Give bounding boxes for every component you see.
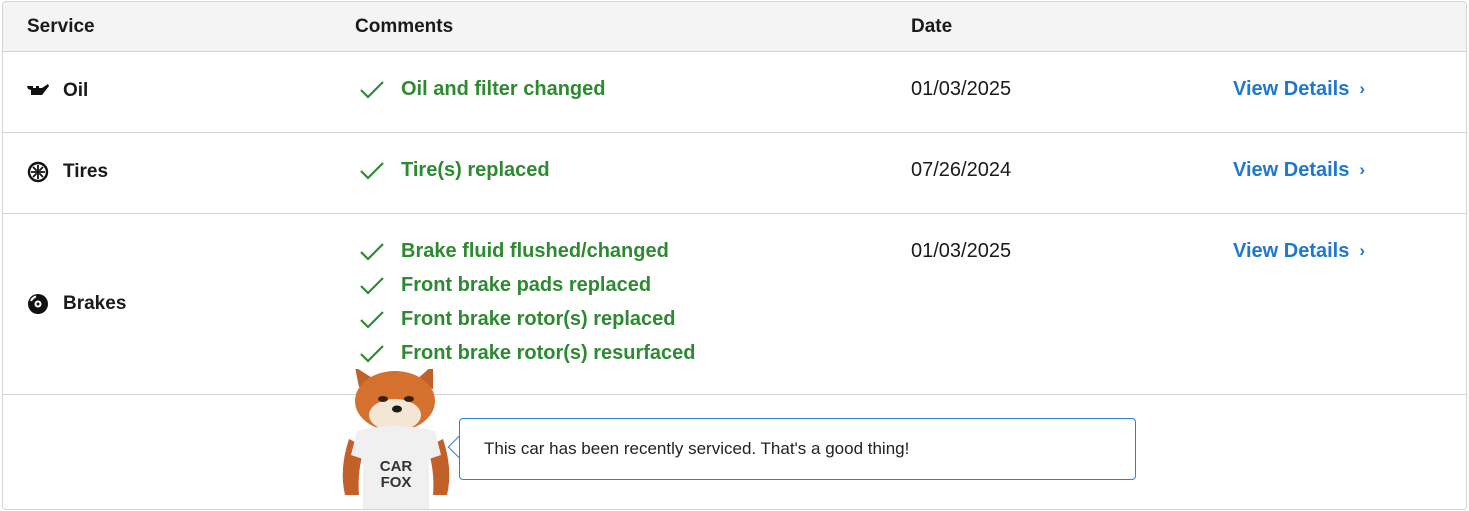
date-cell: 07/26/2024 (911, 159, 1012, 181)
checkmark-icon (360, 243, 384, 261)
service-label: Oil (63, 80, 89, 101)
service-cell: Oil (27, 80, 88, 102)
comments-cell: Oil and filter changed (359, 72, 605, 106)
checkmark-icon (360, 162, 384, 180)
comments-cell: Tire(s) replaced (359, 153, 550, 187)
tire-icon (27, 161, 49, 183)
comment-item: Oil and filter changed (359, 72, 605, 106)
comment-item: Brake fluid flushed/changed (359, 234, 696, 268)
chevron-right-icon: › (1359, 160, 1366, 179)
comment-text: Front brake pads replaced (401, 273, 652, 296)
header-service: Service (27, 16, 95, 37)
table-row-tires: Tires Tire(s) replaced 07/26/2024 View D… (3, 133, 1466, 214)
header-date: Date (911, 16, 953, 37)
chevron-right-icon: › (1359, 241, 1366, 260)
oil-can-icon (27, 80, 49, 102)
service-label: Tires (63, 161, 109, 182)
header-comments: Comments (355, 16, 454, 37)
service-history-table: Service Comments Date Oil Oil and filter… (2, 1, 1467, 510)
comment-item: Front brake pads replaced (359, 268, 696, 302)
comment-text: Front brake rotor(s) replaced (401, 307, 676, 330)
comment-item: Front brake rotor(s) resurfaced (359, 336, 696, 370)
table-row-brakes: Brakes Brake fluid flushed/changed Front… (3, 214, 1466, 395)
service-cell: Brakes (27, 293, 126, 315)
checkmark-icon (360, 277, 384, 295)
comment-text: Front brake rotor(s) resurfaced (401, 341, 696, 364)
comments-cell: Brake fluid flushed/changed Front brake … (359, 234, 696, 370)
checkmark-icon (360, 345, 384, 363)
comment-text: Brake fluid flushed/changed (401, 239, 669, 262)
date-cell: 01/03/2025 (911, 78, 1012, 100)
comment-item: Tire(s) replaced (359, 153, 550, 187)
view-details-label: View Details (1233, 240, 1350, 262)
view-details-link[interactable]: View Details › (1233, 153, 1365, 187)
table-row-oil: Oil Oil and filter changed 01/03/2025 Vi… (3, 52, 1466, 133)
service-cell: Tires (27, 161, 108, 183)
carfox-message-row: CAR FOX This car has been recently servi… (3, 369, 1466, 509)
speech-bubble: This car has been recently serviced. Tha… (459, 418, 1136, 480)
shirt-text-car: CAR (380, 458, 413, 475)
view-details-label: View Details (1233, 78, 1350, 100)
view-details-link[interactable]: View Details › (1233, 234, 1365, 268)
shirt-text-fox: FOX (381, 474, 412, 491)
carfox-mascot: CAR FOX (342, 369, 450, 509)
view-details-label: View Details (1233, 159, 1350, 181)
checkmark-icon (360, 311, 384, 329)
chevron-right-icon: › (1359, 79, 1366, 98)
brake-disc-icon (27, 293, 49, 315)
comment-item: Front brake rotor(s) replaced (359, 302, 696, 336)
table-header: Service Comments Date (3, 2, 1466, 52)
date-cell: 01/03/2025 (911, 240, 1012, 262)
view-details-link[interactable]: View Details › (1233, 72, 1365, 106)
comment-text: Oil and filter changed (401, 77, 606, 100)
checkmark-icon (360, 81, 384, 99)
service-label: Brakes (63, 293, 127, 314)
comment-text: Tire(s) replaced (401, 158, 550, 181)
